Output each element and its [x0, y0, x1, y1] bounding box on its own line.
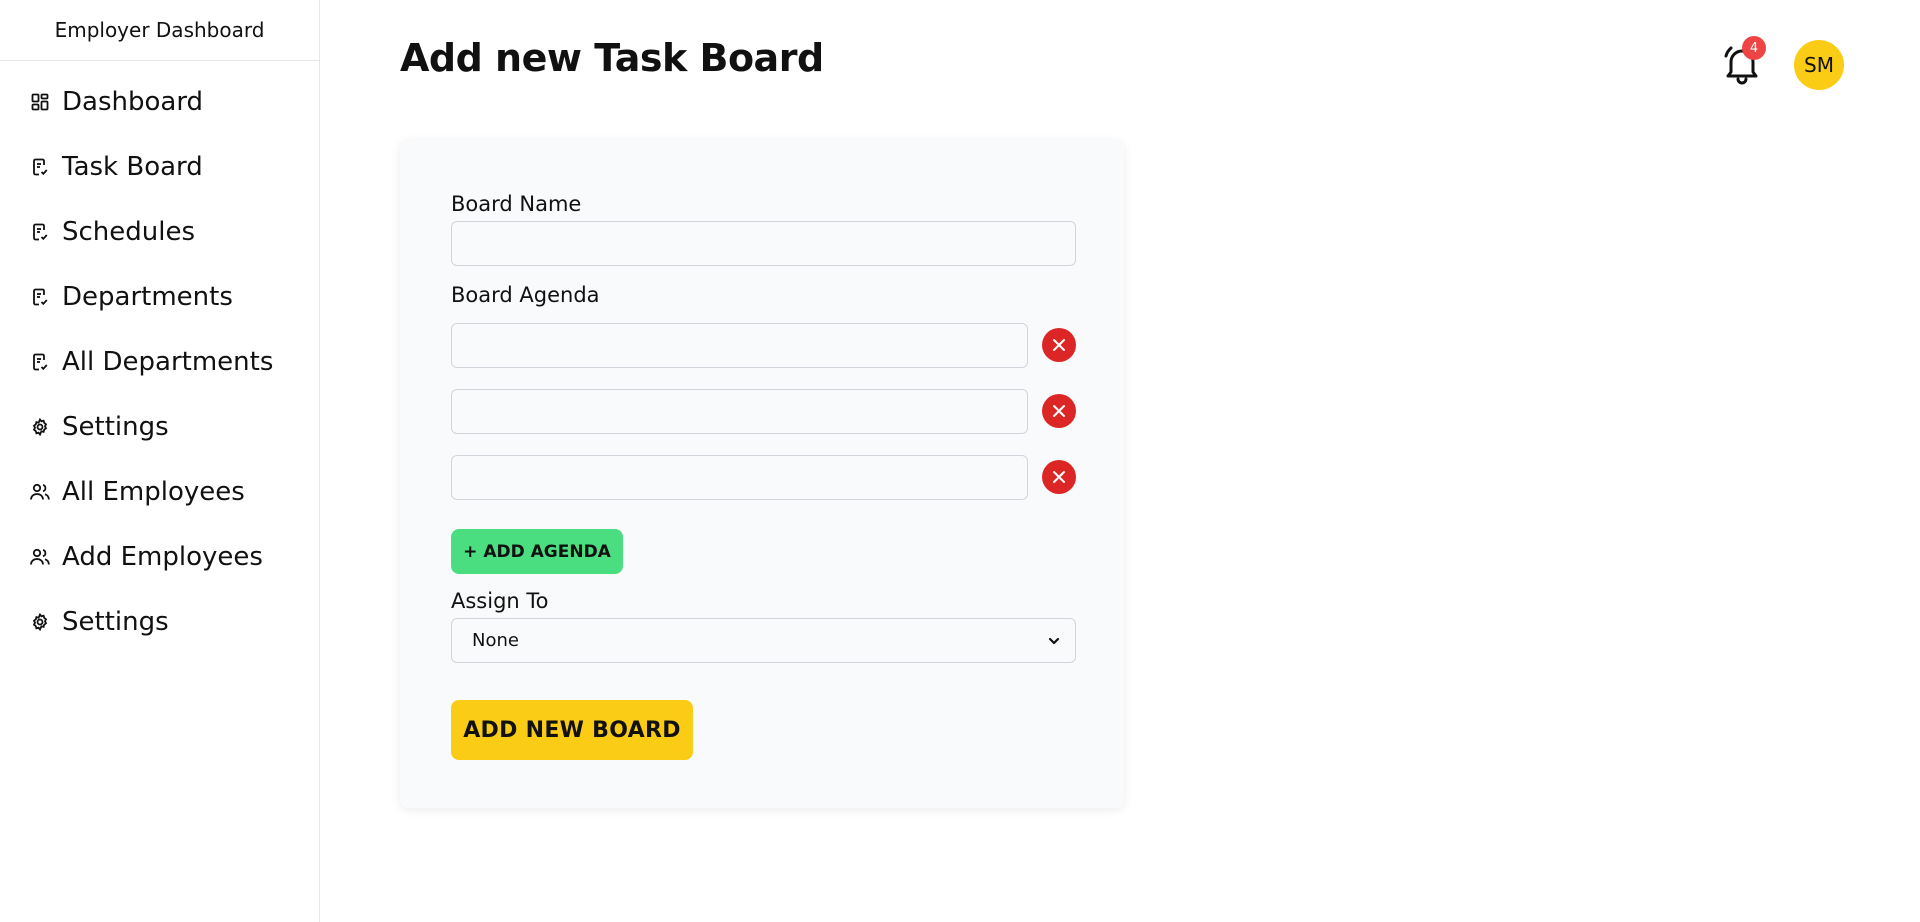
assign-to-label: Assign To: [451, 589, 549, 613]
add-agenda-button[interactable]: + ADD AGENDA: [451, 529, 623, 574]
remove-agenda-button[interactable]: [1042, 460, 1076, 494]
board-name-label: Board Name: [451, 192, 582, 216]
clipboard-icon: [30, 157, 50, 177]
add-new-board-button[interactable]: ADD NEW BOARD: [451, 700, 693, 760]
add-board-form: Board Name Board Agenda + ADD AGENDA Ass…: [400, 140, 1124, 808]
close-icon: [1053, 405, 1065, 417]
sidebar-item-all-employees[interactable]: All Employees: [0, 459, 319, 524]
sidebar-item-schedules[interactable]: Schedules: [0, 199, 319, 264]
sidebar-item-label: Departments: [62, 281, 233, 312]
sidebar-item-label: Dashboard: [62, 86, 204, 117]
page-title: Add new Task Board: [400, 36, 824, 80]
sidebar-item-label: All Departments: [62, 346, 274, 377]
gear-icon: [30, 417, 50, 437]
sidebar-item-label: Settings: [62, 411, 169, 442]
board-agenda-label: Board Agenda: [451, 283, 600, 307]
clipboard-icon: [30, 222, 50, 242]
users-icon: [30, 547, 50, 567]
agenda-item-input[interactable]: [451, 323, 1028, 368]
sidebar-item-label: Add Employees: [62, 541, 263, 572]
sidebar-item-label: Schedules: [62, 216, 196, 247]
main-content: Add new Task Board 4 SM Board Name Board…: [321, 0, 1920, 922]
sidebar-title: Employer Dashboard: [0, 0, 319, 61]
clipboard-icon: [30, 287, 50, 307]
sidebar-item-label: Settings: [62, 606, 169, 637]
sidebar: Employer Dashboard Dashboard Task Board …: [0, 0, 320, 922]
dashboard-grid-icon: [30, 92, 50, 112]
sidebar-item-settings-2[interactable]: Settings: [0, 589, 319, 654]
remove-agenda-button[interactable]: [1042, 328, 1076, 362]
agenda-item-input[interactable]: [451, 389, 1028, 434]
sidebar-item-departments[interactable]: Departments: [0, 264, 319, 329]
board-name-input[interactable]: [451, 221, 1076, 266]
chevron-down-icon: [1048, 637, 1060, 644]
assign-to-selected-value: None: [472, 630, 519, 651]
sidebar-item-add-employees[interactable]: Add Employees: [0, 524, 319, 589]
avatar[interactable]: SM: [1794, 40, 1844, 90]
sidebar-item-all-departments[interactable]: All Departments: [0, 329, 319, 394]
assign-to-select[interactable]: None: [451, 618, 1076, 663]
sidebar-nav: Dashboard Task Board Schedules Departmen…: [0, 61, 319, 654]
clipboard-icon: [30, 352, 50, 372]
app: Employer Dashboard Dashboard Task Board …: [0, 0, 1920, 922]
notification-count-badge: 4: [1742, 36, 1766, 60]
remove-agenda-button[interactable]: [1042, 394, 1076, 428]
sidebar-item-label: All Employees: [62, 476, 245, 507]
agenda-item-input[interactable]: [451, 455, 1028, 500]
sidebar-item-label: Task Board: [62, 151, 203, 182]
close-icon: [1053, 339, 1065, 351]
sidebar-item-task-board[interactable]: Task Board: [0, 134, 319, 199]
users-icon: [30, 482, 50, 502]
gear-icon: [30, 612, 50, 632]
sidebar-item-settings[interactable]: Settings: [0, 394, 319, 459]
close-icon: [1053, 471, 1065, 483]
sidebar-item-dashboard[interactable]: Dashboard: [0, 69, 319, 134]
